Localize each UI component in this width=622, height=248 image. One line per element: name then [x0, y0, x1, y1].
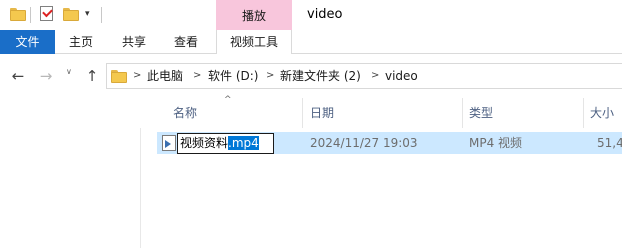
context-tab-group-label: 播放 [216, 0, 292, 30]
recent-locations-chevron-down-icon[interactable]: ∨ [66, 67, 72, 76]
breadcrumb-separator[interactable]: > [266, 64, 274, 88]
breadcrumb-drive-d[interactable]: 软件 (D:) [208, 64, 258, 88]
rename-input[interactable]: 视频资料.mp4 [177, 133, 274, 154]
column-divider[interactable] [583, 98, 584, 128]
breadcrumb-video[interactable]: video [385, 64, 418, 88]
new-folder-icon[interactable] [63, 7, 79, 21]
title-bar: ▾ 播放 video [0, 0, 622, 30]
tab-share[interactable]: 共享 [115, 30, 153, 54]
folder-icon [111, 69, 127, 83]
column-header-type[interactable]: 类型 [469, 98, 493, 128]
ribbon-tab-bar: 文件 主页 共享 查看 视频工具 [0, 30, 622, 55]
folder-icon[interactable] [10, 7, 26, 21]
column-divider[interactable] [302, 98, 303, 128]
quick-access-divider [30, 7, 31, 23]
column-header-size[interactable]: 大小 [590, 98, 614, 128]
customize-quick-access-icon[interactable]: ▾ [85, 9, 90, 19]
tab-file[interactable]: 文件 [0, 30, 55, 54]
breadcrumb-new-folder-2[interactable]: 新建文件夹 (2) [280, 64, 361, 88]
column-header-name[interactable]: 名称 [173, 98, 197, 128]
title-divider [101, 7, 102, 23]
tab-video-tools[interactable]: 视频工具 [216, 30, 292, 55]
breadcrumb-separator[interactable]: > [193, 64, 201, 88]
breadcrumb-separator[interactable]: > [133, 64, 141, 88]
address-bar[interactable]: > 此电脑 > 软件 (D:) > 新建文件夹 (2) > video [106, 63, 622, 89]
breadcrumb-this-pc[interactable]: 此电脑 [147, 64, 183, 88]
file-date: 2024/11/27 19:03 [310, 136, 418, 150]
column-divider[interactable] [462, 98, 463, 128]
file-size: 51,4 [597, 136, 622, 150]
filename-base: 视频资料 [180, 136, 229, 150]
breadcrumb-separator[interactable]: > [371, 64, 379, 88]
column-header-date[interactable]: 日期 [310, 98, 334, 128]
filename-extension-selected: .mp4 [228, 136, 259, 150]
file-type: MP4 视频 [469, 136, 523, 150]
up-icon[interactable]: ↑ [82, 66, 102, 86]
tab-home[interactable]: 主页 [62, 30, 100, 54]
properties-icon[interactable] [40, 6, 53, 21]
window-title: video [307, 7, 343, 22]
forward-icon[interactable]: → [36, 66, 56, 86]
column-headers: 名称 日期 类型 大小 [0, 98, 622, 128]
navigation-bar: ← → ∨ ↑ > 此电脑 > 软件 (D:) > 新建文件夹 (2) > vi… [0, 54, 622, 98]
back-icon[interactable]: ← [8, 66, 28, 86]
video-file-icon [162, 135, 176, 151]
tab-view[interactable]: 查看 [167, 30, 205, 54]
